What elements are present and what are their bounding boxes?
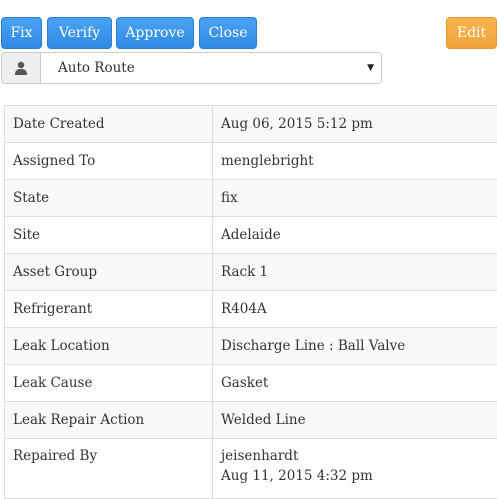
field-value: Rack 1 bbox=[213, 254, 497, 291]
table-row: Assigned To menglebright bbox=[5, 143, 497, 180]
field-label: Leak Repair Action bbox=[5, 402, 213, 439]
approve-button[interactable]: Approve bbox=[116, 17, 194, 49]
table-row: Site Adelaide bbox=[5, 217, 497, 254]
field-value: menglebright bbox=[213, 143, 497, 180]
table-row: State fix bbox=[5, 180, 497, 217]
user-icon bbox=[2, 53, 41, 83]
field-value: Discharge Line : Ball Valve bbox=[213, 328, 497, 365]
field-label: Date Created bbox=[5, 106, 213, 143]
fix-button[interactable]: Fix bbox=[1, 17, 42, 49]
verify-button[interactable]: Verify bbox=[47, 17, 112, 49]
field-label: Leak Location bbox=[5, 328, 213, 365]
field-label: Site bbox=[5, 217, 213, 254]
field-label: State bbox=[5, 180, 213, 217]
field-label: Leak Cause bbox=[5, 365, 213, 402]
field-value: Gasket bbox=[213, 365, 497, 402]
field-label: Refrigerant bbox=[5, 291, 213, 328]
close-button[interactable]: Close bbox=[199, 17, 257, 49]
field-label: Assigned To bbox=[5, 143, 213, 180]
edit-button[interactable]: Edit bbox=[446, 17, 497, 49]
assignee-select-value: Auto Route bbox=[58, 60, 135, 76]
table-row: Leak Repair Action Welded Line bbox=[5, 402, 497, 439]
repaired-by-user: jeisenhardt bbox=[221, 446, 492, 466]
details-table: Date Created Aug 06, 2015 5:12 pm Assign… bbox=[4, 105, 497, 499]
field-value: fix bbox=[213, 180, 497, 217]
table-row: Asset Group Rack 1 bbox=[5, 254, 497, 291]
table-row: Leak Location Discharge Line : Ball Valv… bbox=[5, 328, 497, 365]
field-value: Aug 06, 2015 5:12 pm bbox=[213, 106, 497, 143]
repaired-at: Aug 11, 2015 4:32 pm bbox=[221, 466, 492, 486]
table-row: Leak Cause Gasket bbox=[5, 365, 497, 402]
field-value: Welded Line bbox=[213, 402, 497, 439]
table-row: Date Created Aug 06, 2015 5:12 pm bbox=[5, 106, 497, 143]
assignee-select[interactable]: Auto Route ▼ bbox=[1, 52, 382, 84]
field-value: R404A bbox=[213, 291, 497, 328]
field-label: Asset Group bbox=[5, 254, 213, 291]
table-row: Refrigerant R404A bbox=[5, 291, 497, 328]
field-value: Adelaide bbox=[213, 217, 497, 254]
assignee-select-value-box[interactable]: Auto Route ▼ bbox=[41, 53, 381, 83]
chevron-down-icon: ▼ bbox=[367, 63, 374, 73]
